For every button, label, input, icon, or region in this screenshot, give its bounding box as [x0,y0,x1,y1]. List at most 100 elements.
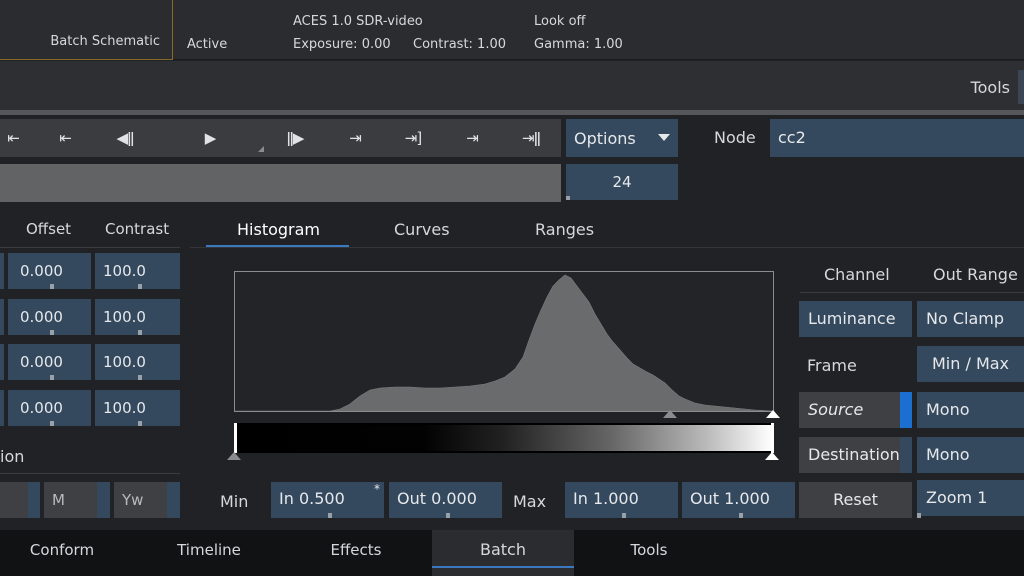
batch-schematic-tab[interactable]: Batch Schematic [0,0,173,60]
source-mode-dropdown[interactable]: Mono [917,392,1024,428]
field-notch [49,375,54,380]
frame-field-notch [566,196,570,200]
min-in-value: In 0.500 [279,489,345,508]
midpoint-marker[interactable] [663,410,677,418]
options-label: Options [574,128,636,148]
min-in-field[interactable]: In 0.500 [271,482,384,518]
histogram-plot [235,274,773,411]
contrast-value: 100.0 [103,308,146,326]
colorspace-text: ACES 1.0 SDR-video [293,14,423,29]
field-stub[interactable] [0,390,4,426]
offset-field[interactable]: 0.000 [8,299,91,335]
active-nav-indicator [432,566,574,568]
tab-curves[interactable]: Curves [394,220,450,239]
max-label: Max [513,492,547,511]
field-notch [738,513,743,518]
gamma-text: Gamma: 1.00 [534,37,623,52]
right-header-divider [800,292,1024,293]
step-back-icon[interactable]: ◀ǁ [100,119,150,157]
contrast-value: 100.0 [103,353,146,371]
frame-range-dropdown[interactable]: Min / Max [917,346,1024,382]
gradient-edge-right [771,423,774,453]
max-out-marker[interactable] [765,452,779,460]
max-out-value: Out 1.000 [690,489,770,508]
destination-mode-dropdown[interactable]: Mono [917,437,1024,473]
go-to-out-icon[interactable]: ⇥] [388,119,438,157]
min-out-value: Out 0.000 [397,489,477,508]
nav-timeline[interactable]: Timeline [146,530,272,576]
field-notch [49,421,54,426]
field-notch [445,513,450,518]
destination-button[interactable]: Destination [799,437,900,473]
channel-header: Channel [824,265,890,284]
play-icon[interactable]: ▶ [185,119,235,157]
destination-indicator [900,437,912,473]
chevron-down-icon [658,134,670,141]
field-stub[interactable] [0,299,4,335]
tools-label[interactable]: Tools [971,78,1010,97]
contrast-field[interactable]: 100.0 [95,299,180,335]
source-button[interactable]: Source [799,392,900,428]
offset-value: 0.000 [20,308,63,326]
max-in-field[interactable]: In 1.000 [565,482,678,518]
go-to-start-icon[interactable]: ⇤ [0,119,38,157]
out-range-dropdown[interactable]: No Clamp [917,301,1024,337]
nav-conform[interactable]: Conform [0,530,124,576]
go-to-end-icon[interactable]: ⇥ǁ [506,119,556,157]
max-out-field[interactable]: Out 1.000 [682,482,795,518]
batch-schematic-label: Batch Schematic [50,34,160,49]
contrast-value: 100.0 [103,399,146,417]
field-stub[interactable] [0,253,4,289]
offset-field[interactable]: 0.000 [8,390,91,426]
modified-asterisk: * [374,482,380,496]
panel-divider [0,110,1024,115]
offset-field[interactable]: 0.000 [8,253,91,289]
timeline-scrub-bar[interactable] [0,164,561,202]
frame-field[interactable]: 24 [566,164,678,200]
min-out-marker[interactable] [227,452,241,460]
offset-value: 0.000 [20,262,63,280]
min-out-field[interactable]: Out 0.000 [389,482,502,518]
contrast-text: Contrast: 1.00 [413,37,507,52]
field-notch [49,330,54,335]
offset-field[interactable]: 0.000 [8,344,91,380]
tool-strip [0,61,1024,111]
m-button-accent [97,482,110,518]
field-notch [327,513,332,518]
contrast-field[interactable]: 100.0 [95,390,180,426]
contrast-field[interactable]: 100.0 [95,253,180,289]
frame-label: Frame [807,356,857,375]
next-keyframe-icon[interactable]: ⇥ [447,119,497,157]
tabs-divider [190,247,1024,248]
histogram-graph[interactable] [234,271,774,412]
field-stub[interactable] [0,344,4,380]
previous-mark-icon[interactable]: ⇤ [40,119,90,157]
luminance-gradient-bar[interactable] [234,423,774,453]
status-text: Active [187,37,228,52]
field-notch [137,421,142,426]
section-divider [0,473,180,474]
channel-dropdown[interactable]: Luminance [799,301,912,337]
step-forward-icon[interactable]: ǁ▶ [270,119,320,157]
histogram-area [235,274,773,411]
options-dropdown[interactable]: Options [566,119,678,157]
nav-batch[interactable]: Batch [432,530,574,576]
field-notch [49,284,54,289]
tab-histogram[interactable]: Histogram [237,220,320,239]
max-in-value: In 1.000 [573,489,639,508]
max-marker[interactable] [766,410,780,418]
node-field[interactable]: cc2 [770,119,1024,157]
nav-effects[interactable]: Effects [292,530,420,576]
contrast-header: Contrast [105,220,170,238]
nav-tools[interactable]: Tools [586,530,712,576]
tools-panel-handle[interactable] [1018,70,1024,104]
tab-ranges[interactable]: Ranges [535,220,594,239]
field-notch [137,330,142,335]
contrast-field[interactable]: 100.0 [95,344,180,380]
source-active-indicator [900,392,912,428]
look-text: Look off [534,14,586,29]
reset-button[interactable]: Reset [799,482,912,518]
next-mark-icon[interactable]: ⇥ [330,119,380,157]
zoom-dropdown[interactable]: Zoom 1 [917,480,1024,516]
out-range-header: Out Range [933,265,1018,284]
